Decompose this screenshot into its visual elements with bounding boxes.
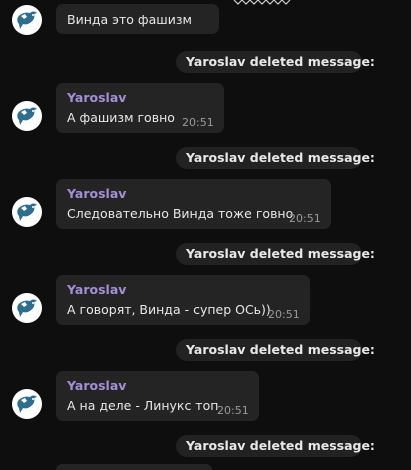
message-bubble[interactable] bbox=[56, 464, 212, 470]
message-time: 20:51 bbox=[182, 116, 214, 129]
service-message: Yaroslav deleted message: bbox=[176, 51, 375, 73]
sticker-fragment bbox=[233, 0, 291, 5]
service-message: Yaroslav deleted message: bbox=[176, 435, 375, 457]
sender-name[interactable]: Yaroslav bbox=[67, 186, 126, 201]
message-text: Следовательно Винда тоже говно bbox=[67, 206, 294, 221]
bird-flag-icon bbox=[17, 299, 37, 317]
message-text: А на деле - Линукс топ bbox=[67, 398, 219, 413]
avatar[interactable] bbox=[12, 101, 42, 131]
sender-name[interactable]: Yaroslav bbox=[67, 90, 126, 105]
bird-flag-icon bbox=[17, 11, 37, 29]
bird-flag-icon bbox=[17, 203, 37, 221]
message-time: 20:51 bbox=[289, 212, 321, 225]
service-message: Yaroslav deleted message: bbox=[176, 147, 375, 169]
service-message: Yaroslav deleted message: bbox=[176, 243, 375, 265]
message-time: 20:51 bbox=[217, 404, 249, 417]
service-message: Yaroslav deleted message: bbox=[176, 339, 375, 361]
message-text: А говорят, Винда - супер ОСь)) bbox=[67, 302, 271, 317]
sender-name[interactable]: Yaroslav bbox=[67, 282, 126, 297]
message-text: А фашизм говно bbox=[67, 110, 175, 125]
message-time: 20:51 bbox=[268, 308, 300, 321]
message-bubble[interactable]: Винда это фашизм bbox=[56, 4, 219, 34]
message-text: Винда это фашизм bbox=[67, 12, 192, 27]
sender-name[interactable]: Yaroslav bbox=[67, 378, 126, 393]
avatar[interactable] bbox=[12, 389, 42, 419]
message-bubble[interactable]: Yaroslav А фашизм говно 20:51 bbox=[56, 83, 224, 133]
avatar[interactable] bbox=[12, 5, 42, 35]
bird-flag-icon bbox=[17, 395, 37, 413]
chat-history: Винда это фашизм Yaroslav deleted messag… bbox=[0, 0, 411, 470]
message-bubble[interactable]: Yaroslav А на деле - Линукс топ 20:51 bbox=[56, 371, 259, 421]
message-bubble[interactable]: Yaroslav А говорят, Винда - супер ОСь)) … bbox=[56, 275, 310, 325]
message-bubble[interactable]: Yaroslav Следовательно Винда тоже говно … bbox=[56, 179, 331, 229]
avatar[interactable] bbox=[12, 293, 42, 323]
avatar[interactable] bbox=[12, 197, 42, 227]
bird-flag-icon bbox=[17, 107, 37, 125]
